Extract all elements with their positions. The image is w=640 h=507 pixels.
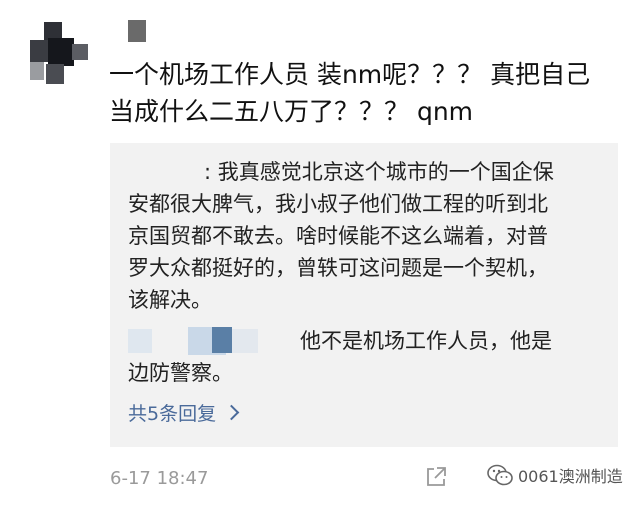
watermark: 0061澳洲制造 [486,462,623,488]
reply-section: : 我真感觉北京这个城市的一个国企保 安都很大脾气，我小叔子他们做工程的听到北 … [110,143,618,447]
comment-text: 一个机场工作人员 装nm呢？？？ 真把自己 当成什么二五八万了？？？ qnm [109,60,591,126]
share-icon[interactable] [425,466,447,488]
reply-body: 我真感觉北京这个城市的一个国企保 安都很大脾气，我小叔子他们做工程的听到北 京国… [128,160,554,312]
view-more-replies-link[interactable]: 共5条回复 [128,399,240,426]
avatar-pixel [46,64,64,84]
avatar[interactable] [30,22,88,86]
reply-text: : 我真感觉北京这个城市的一个国企保 安都很大脾气，我小叔子他们做工程的听到北 … [128,156,612,316]
avatar-pixel [30,40,50,62]
watermark-text: 0061澳洲制造 [518,467,623,486]
reply-text: 他不是机场工作人员，他是 边防警察。 [128,329,552,385]
chevron-right-icon [223,404,240,421]
wechat-icon [487,464,513,486]
timestamp: 6-17 18:47 [110,468,209,489]
avatar-pixel [48,38,74,66]
avatar-pixel [30,62,44,80]
username-redacted[interactable] [128,20,146,42]
more-replies-label: 共5条回复 [128,403,217,425]
avatar-pixel [72,44,88,60]
